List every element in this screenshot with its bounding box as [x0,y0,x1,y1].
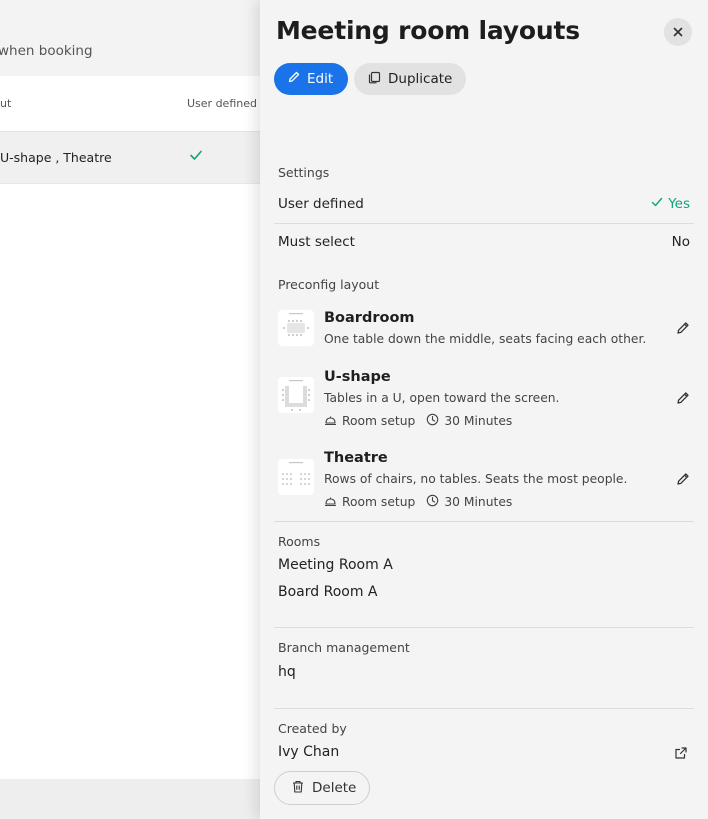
divider [274,223,694,224]
edit-layout-pencil-icon[interactable] [676,390,692,406]
pencil-icon [288,71,300,87]
background-page: when booking ut User defined U-shape , T… [0,0,260,819]
divider [274,521,694,522]
column-header-layout[interactable]: ut [0,97,11,110]
setting-user-defined: User defined Yes [278,196,690,212]
layout-description: Rows of chairs, no tables. Seats the mos… [324,472,628,486]
layout-item-u-shape[interactable]: U-shape Tables in a U, open toward the s… [278,369,692,431]
layout-description: One table down the middle, seats facing … [324,332,647,346]
divider [274,708,694,709]
service-bell-icon [324,414,337,429]
edit-button-label: Edit [307,71,334,87]
divider [274,627,694,628]
duration-label: 30 Minutes [444,414,513,428]
delete-button[interactable]: Delete [274,771,370,805]
service-bell-icon [324,495,337,510]
setting-user-defined-label: User defined [278,196,364,212]
duration-tag: 30 Minutes [426,413,512,429]
layout-name: Boardroom [324,310,415,326]
branch-value: hq [278,664,296,680]
edit-button[interactable]: Edit [274,63,348,95]
layout-detail-panel: Meeting room layouts Edit Duplicate Sett… [260,0,708,819]
duration-tag: 30 Minutes [426,494,512,510]
user-defined-yes-text: Yes [668,196,690,212]
layout-item-theatre[interactable]: Theatre Rows of chairs, no tables. Seats… [278,450,692,512]
close-button[interactable] [664,18,692,46]
layout-name: Theatre [324,450,388,466]
delete-button-label: Delete [312,780,357,796]
room-setup-label: Room setup [342,414,416,428]
clock-icon [426,494,439,510]
layout-item-boardroom[interactable]: Boardroom One table down the middle, sea… [278,310,692,350]
background-header: when booking [0,0,260,76]
room-item: Board Room A [278,584,378,600]
background-hint-text: when booking [0,43,93,59]
edit-layout-pencil-icon[interactable] [676,320,692,336]
column-header-user-defined[interactable]: User defined [187,97,257,110]
setting-must-select-value: No [671,234,690,250]
table-row[interactable]: U-shape , Theatre [0,132,260,184]
u-shape-layout-icon [278,377,314,413]
background-footer [0,779,260,819]
room-setup-tag: Room setup [324,414,415,429]
panel-title: Meeting room layouts [276,16,580,45]
clock-icon [426,413,439,429]
check-icon [189,147,203,166]
setting-user-defined-value: Yes [651,196,690,212]
layout-description: Tables in a U, open toward the screen. [324,391,560,405]
duplicate-button[interactable]: Duplicate [354,63,466,95]
close-icon [672,23,684,42]
trash-icon [292,780,304,797]
created-by-value[interactable]: Ivy Chan [278,744,339,760]
panel-footer: Delete [260,762,708,819]
check-icon [651,196,663,212]
table-cell-layouts: U-shape , Theatre [0,150,112,165]
duplicate-button-label: Duplicate [388,71,453,87]
room-setup-tag: Room setup [324,495,415,510]
table-header: ut User defined [0,76,260,132]
setting-must-select: Must select No [278,234,690,250]
duration-label: 30 Minutes [444,495,513,509]
edit-layout-pencil-icon[interactable] [676,471,692,487]
setting-must-select-label: Must select [278,234,355,250]
copy-icon [368,71,381,88]
theatre-layout-icon [278,459,314,495]
layout-meta: Room setup 30 Minutes [324,413,523,429]
room-item: Meeting Room A [278,557,393,573]
background-table: ut User defined U-shape , Theatre [0,76,260,779]
branch-heading: Branch management [278,640,410,655]
room-setup-label: Room setup [342,495,416,509]
settings-heading: Settings [278,165,330,180]
layout-meta: Room setup 30 Minutes [324,494,523,510]
created-by-heading: Created by [278,721,347,736]
boardroom-layout-icon [278,310,314,346]
rooms-heading: Rooms [278,534,321,549]
layout-name: U-shape [324,369,391,385]
preconfig-heading: Preconfig layout [278,277,380,292]
